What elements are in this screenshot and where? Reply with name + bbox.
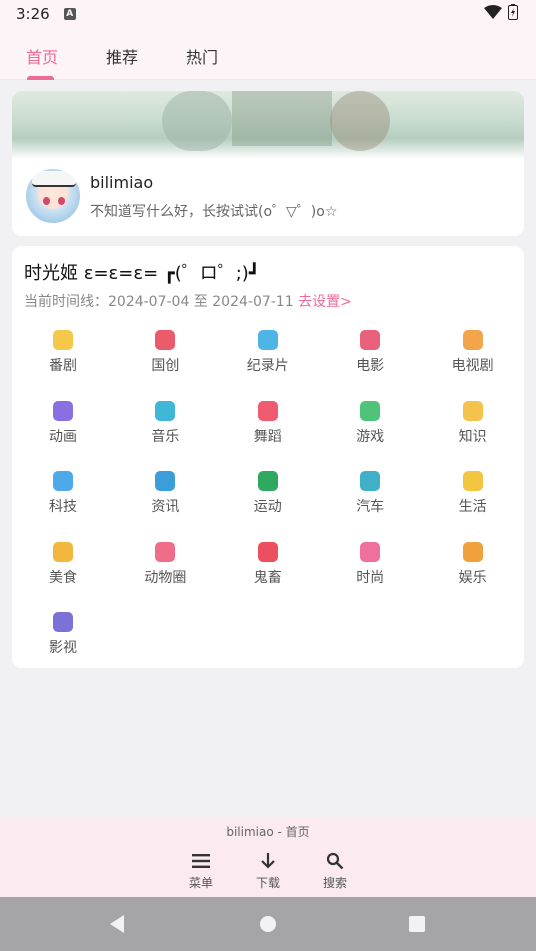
category-label: 影视	[49, 640, 77, 656]
category-label: 国创	[151, 358, 180, 374]
time-machine-title: 时光姬 ε=ε=ε= ┏(゜ロ゜;)┛	[24, 263, 260, 284]
peach-icon	[155, 330, 176, 350]
back-icon[interactable]	[108, 914, 126, 938]
menu-label: 菜单	[188, 876, 213, 890]
category-label: 运动	[253, 499, 282, 515]
headphones-icon	[155, 400, 176, 421]
user-bio: 不知道写什么好，长按试试(o゜▽゜)o☆	[90, 204, 338, 220]
category-label: 娱乐	[458, 569, 487, 586]
download-button[interactable]: 下载	[243, 850, 293, 891]
category-label: 动画	[49, 428, 77, 445]
category-label: 知识	[458, 428, 487, 445]
dress-icon	[360, 541, 381, 562]
popcorn-icon	[462, 330, 483, 350]
clapper-icon	[53, 612, 73, 632]
category-label: 纪录片	[246, 358, 289, 374]
category-item[interactable]: 时尚	[319, 538, 421, 608]
bottom-bar: bilimiao - 首页 菜单 下载 搜索	[0, 818, 536, 897]
category-item[interactable]: 知识	[422, 397, 524, 467]
menu-icon	[176, 850, 226, 872]
timeline-range: 当前时间线：2024-07-04 至 2024-07-11 去设置>	[24, 291, 352, 311]
category-label: 美食	[49, 569, 77, 586]
category-label: 鬼畜	[253, 569, 282, 586]
category-label: 电影	[356, 358, 385, 374]
battery-icon	[508, 4, 518, 24]
search-icon	[310, 850, 360, 872]
lion-icon	[257, 541, 278, 562]
home-icon[interactable]	[259, 915, 277, 937]
category-item[interactable]: 动画	[12, 397, 114, 467]
category-label: 汽车	[356, 499, 385, 515]
category-item[interactable]: 影视	[12, 608, 114, 668]
category-item[interactable]: 番剧	[12, 326, 114, 396]
category-label: 动物圈	[144, 569, 187, 586]
tab-indicator	[27, 76, 54, 80]
category-item[interactable]: 娱乐	[422, 538, 524, 608]
avatar[interactable]	[24, 167, 82, 225]
fan-icon	[257, 400, 278, 421]
category-item[interactable]: 电影	[319, 326, 421, 396]
category-item[interactable]: 音乐	[114, 397, 216, 467]
whale-icon	[257, 330, 278, 350]
play-icon	[53, 400, 73, 421]
notification-icon: A	[63, 8, 76, 20]
ufo-icon	[53, 471, 73, 491]
download-label: 下载	[255, 876, 280, 890]
wifi-icon	[484, 5, 502, 23]
tab-recommend[interactable]: 推荐	[106, 44, 138, 68]
category-label: 舞蹈	[253, 428, 282, 445]
category-item[interactable]: 运动	[217, 467, 319, 537]
category-item[interactable]: 电视剧	[422, 326, 524, 396]
food-icon	[53, 541, 73, 562]
username: bilimiao	[90, 173, 154, 192]
top-tab-bar: 首页 推荐 热门	[0, 28, 536, 80]
car-icon	[360, 471, 381, 491]
category-item[interactable]: 科技	[12, 467, 114, 537]
paw-icon	[155, 541, 176, 562]
category-item[interactable]: 生活	[422, 467, 524, 537]
bulb-icon	[462, 400, 483, 421]
category-item[interactable]: 美食	[12, 538, 114, 608]
search-button[interactable]: 搜索	[310, 850, 360, 891]
category-label: 音乐	[151, 428, 180, 445]
category-label: 游戏	[356, 428, 385, 445]
search-label: 搜索	[322, 876, 347, 890]
category-label: 番剧	[49, 358, 77, 374]
category-label: 资讯	[151, 499, 180, 515]
profile-card[interactable]: bilimiao 不知道写什么好，长按试试(o゜▽゜)o☆	[12, 91, 524, 236]
arrow-down-icon	[243, 850, 293, 872]
category-item[interactable]: 动物圈	[114, 538, 216, 608]
news-icon	[155, 471, 176, 491]
category-label: 时尚	[356, 569, 385, 586]
category-item[interactable]: 纪录片	[217, 326, 319, 396]
category-label: 生活	[458, 499, 487, 515]
menu-button[interactable]: 菜单	[176, 850, 226, 891]
category-item[interactable]: 汽车	[319, 467, 421, 537]
profile-banner	[12, 91, 524, 159]
timeline-range-text: 当前时间线：2024-07-04 至 2024-07-11	[24, 294, 294, 310]
category-item[interactable]: 国创	[114, 326, 216, 396]
bottom-bar-title: bilimiao - 首页	[226, 825, 310, 839]
creeper-icon	[360, 400, 381, 421]
status-time: 3:26	[16, 5, 50, 23]
duck-icon	[462, 471, 483, 491]
system-navigation-bar	[0, 897, 536, 951]
set-timeline-link[interactable]: 去设置>	[298, 294, 352, 310]
category-item[interactable]: 资讯	[114, 467, 216, 537]
status-bar: 3:26 A	[0, 0, 536, 28]
time-machine-card: 时光姬 ε=ε=ε= ┏(゜ロ゜;)┛ 当前时间线：2024-07-04 至 2…	[12, 246, 524, 668]
tv-icon	[53, 330, 73, 350]
magic-wand-icon	[462, 541, 483, 562]
category-label: 电视剧	[451, 358, 494, 374]
tab-home[interactable]: 首页	[26, 44, 58, 68]
category-item[interactable]: 游戏	[319, 397, 421, 467]
running-icon	[257, 471, 278, 491]
category-label: 科技	[49, 499, 77, 515]
recents-icon[interactable]	[408, 915, 426, 937]
category-item[interactable]: 鬼畜	[217, 538, 319, 608]
3d-glasses-icon	[360, 330, 381, 350]
tab-hot[interactable]: 热门	[186, 44, 218, 68]
category-item[interactable]: 舞蹈	[217, 397, 319, 467]
